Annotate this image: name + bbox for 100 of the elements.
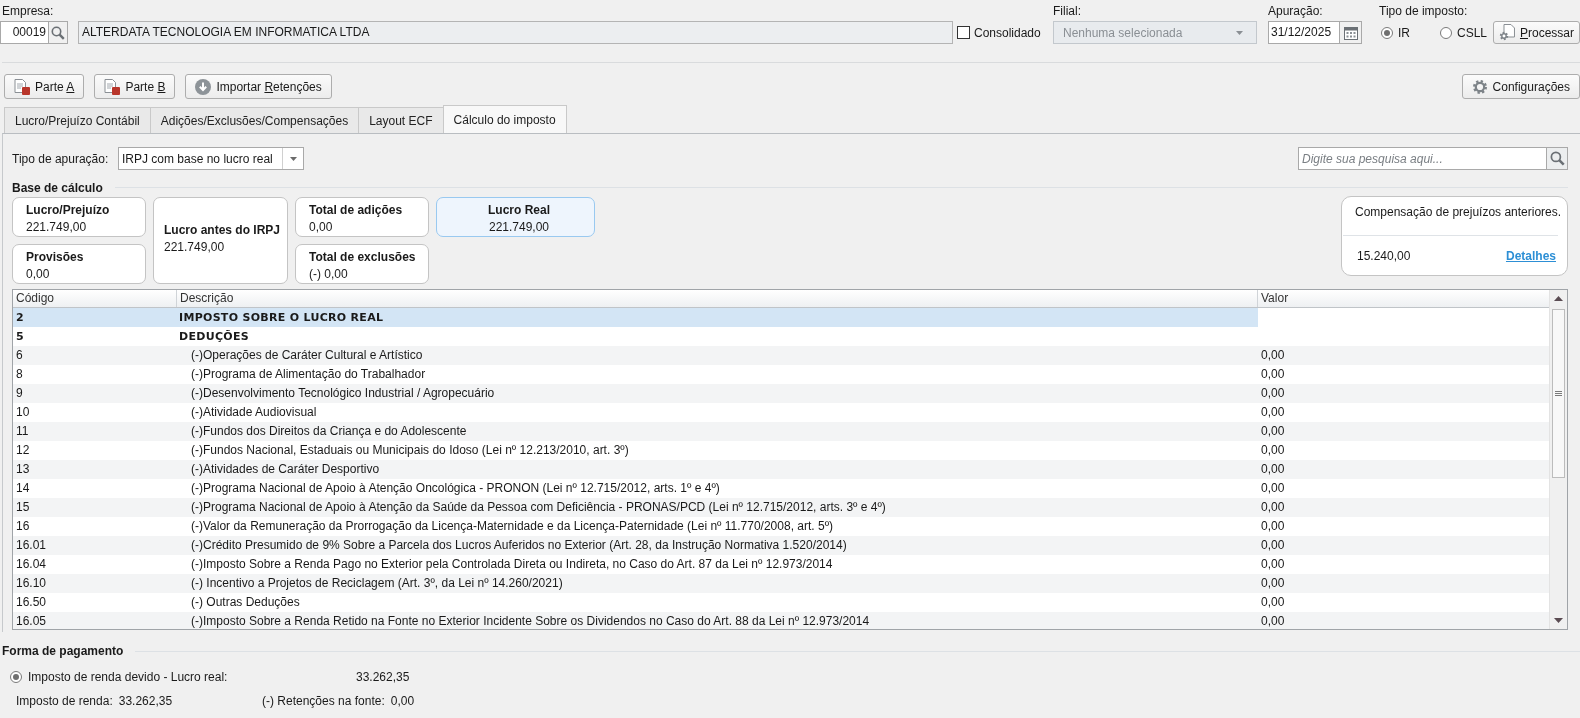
caret-icon: [289, 156, 297, 161]
field-label: Apuração:: [1268, 4, 1324, 20]
search-button[interactable]: [1546, 147, 1568, 170]
value-cell-text: 0,00: [1260, 499, 1286, 516]
radio-label: CSLL: [1457, 25, 1488, 40]
card-label: Lucro Real: [488, 202, 550, 219]
tab[interactable]: Adições/Exclusões/Compensações: [149, 107, 360, 133]
description-cell-text: (-)Desenvolvimento Tecnológico Industrial / Agropecuário: [190, 385, 496, 402]
description-cell-text: (-)Operações de Caráter Cultural e Artístico: [190, 347, 424, 364]
field-label: Empresa:: [1, 4, 55, 20]
scroll-down-icon[interactable]: [1554, 618, 1563, 623]
description-cell-text: (-)Imposto Sobre a Renda Retido na Fonte no Exterior Incidente Sobre os Dividendos no Caso do Art. 88 da Lei nº 12.973/2014: [190, 613, 871, 629]
search-icon: [1549, 151, 1565, 166]
field-value: 33.262,35: [356, 670, 410, 684]
code-cell-text: 16.10: [15, 575, 48, 592]
tab[interactable]: Layout ECF: [358, 107, 444, 133]
radio-button[interactable]: [1440, 26, 1452, 39]
company-name-field[interactable]: ALTERDATA TECNOLOGIA EM INFORMATICA LTDA: [78, 21, 953, 44]
field-label: Imposto de renda:: [16, 694, 113, 708]
card-value: 0,00: [26, 266, 51, 282]
radio-label: IR: [1398, 25, 1410, 40]
checkbox[interactable]: [957, 26, 970, 39]
column-header[interactable]: Descrição: [177, 290, 1258, 307]
scrollbar-thumb[interactable]: [1552, 309, 1565, 478]
card-label: Lucro antes do IRPJ: [164, 222, 282, 239]
code-cell-text: 16.01: [15, 537, 48, 554]
card-label: Total de adições: [309, 202, 404, 219]
value-cell-text: 0,00: [1260, 442, 1286, 459]
table-row[interactable]: 16.05 (-)Imposto Sobre a Renda Retido na Fonte no Exterior Incidente Sobre os Dividendos no Caso do Art. 88 da Lei nº 12.973/2014 0,00: [13, 612, 1549, 629]
document-gear-icon: [1499, 24, 1516, 41]
code-cell-text: 16: [15, 518, 31, 535]
field-label: Tipo de imposto:: [1379, 4, 1469, 20]
toolbar-button[interactable]: Importar Retenções: [185, 74, 332, 99]
card-value: 221.749,00: [26, 219, 88, 235]
description-cell-text: (-)Valor da Remuneração da Prorrogação da Licença-Maternidade e da Licença-Paternidade (Lei nº 11.770/2008, art. 5º): [190, 518, 835, 535]
toolbar-button[interactable]: Parte B: [94, 74, 176, 99]
scroll-up-icon[interactable]: [1554, 296, 1563, 301]
card-value: (-) 0,00: [309, 266, 349, 282]
radio-label: Imposto de renda devido - Lucro real:: [28, 670, 229, 684]
caret-icon: [1236, 30, 1243, 35]
search-icon: [51, 25, 65, 40]
description-cell-text: (-)Fundos Nacional, Estaduais ou Municipais do Idoso (Lei nº 12.213/2010, art. 3º): [190, 442, 630, 459]
company-code-field[interactable]: 00019: [0, 21, 48, 44]
card-value: 221.749,00: [164, 239, 226, 255]
calendar-button[interactable]: [1340, 21, 1362, 44]
vertical-scrollbar[interactable]: [1549, 290, 1567, 629]
document-icon: [14, 78, 30, 95]
column-header[interactable]: Código: [13, 290, 177, 307]
table-row[interactable]: 9 (-)Desenvolvimento Tecnológico Industrial / Agropecuário 0,00: [13, 384, 1549, 403]
details-link[interactable]: Detalhes: [1505, 248, 1556, 263]
value-cell-text: 0,00: [1260, 480, 1286, 497]
column-header[interactable]: Valor: [1258, 290, 1549, 307]
table-row[interactable]: 6 (-)Operações de Caráter Cultural e Artístico 0,00: [13, 346, 1549, 365]
radio-button[interactable]: [1381, 26, 1393, 39]
code-cell-text: 10: [15, 404, 31, 421]
process-button[interactable]: Processar: [1493, 21, 1580, 44]
toolbar-button[interactable]: Parte A: [4, 74, 85, 99]
date-field[interactable]: 31/12/2025: [1268, 21, 1340, 44]
grip-icon: [1555, 391, 1562, 396]
field-value: 33.262,35: [118, 694, 173, 708]
code-cell-text: 5: [15, 329, 25, 345]
table-row[interactable]: 13 (-)Atividades de Caráter Desportivo 0,00: [13, 460, 1549, 479]
search-button[interactable]: [48, 21, 68, 44]
settings-button[interactable]: Configurações: [1461, 74, 1580, 99]
radio-button[interactable]: [10, 671, 22, 683]
description-cell-text: (-) Outras Deduções: [190, 594, 301, 611]
value-cell-text: 0,00: [1260, 575, 1286, 592]
card-value: 221.749,00: [488, 219, 550, 235]
table-row[interactable]: 15 (-)Programa Nacional de Apoio à Atenção da Saúde da Pessoa com Deficiência - PRONAS/PCD (Lei nº 12.715/2012, arts. 3º e 4º) 0,00: [13, 498, 1549, 517]
search-field[interactable]: Digite sua pesquisa aqui...: [1298, 147, 1546, 170]
code-cell-text: 13: [15, 461, 31, 478]
gear-icon: [1471, 78, 1488, 95]
value-cell-text: 0,00: [1260, 537, 1286, 554]
card-label: Provisões: [26, 249, 85, 266]
value-cell-text: 0,00: [1260, 366, 1286, 383]
tab[interactable]: Cálculo do imposto: [442, 105, 567, 133]
document-icon: [104, 78, 121, 95]
code-cell-text: 9: [15, 385, 24, 402]
calculation-type-dropdown[interactable]: IRPJ com base no lucro real: [118, 147, 304, 170]
value-cell-text: 0,00: [1260, 461, 1286, 478]
section-title: Base de cálculo: [12, 180, 103, 195]
value-cell-text: 0,00: [1260, 613, 1286, 629]
description-cell-text: (-)Fundos dos Direitos da Criança e do Adolescente: [190, 423, 468, 440]
description-cell: IMPOSTO SOBRE O LUCRO REAL: [177, 308, 1258, 327]
value-cell-text: 0,00: [1260, 385, 1286, 402]
table-row[interactable]: 16.10 (-) Incentivo a Projetos de Reciclagem (Art. 3º, da Lei nº 14.260/2021) 0,00: [13, 574, 1549, 593]
code-cell-text: 6: [15, 347, 24, 364]
value-cell-text: 0,00: [1260, 404, 1286, 421]
description-cell-text: (-)Crédito Presumido de 9% Sobre a Parcela dos Lucros Auferidos no Exterior (Art. 28, da Instrução Normativa 1.520/2014): [190, 537, 848, 554]
field-label: (-) Retenções na fonte:: [262, 694, 385, 708]
tab[interactable]: Lucro/Prejuízo Contábil: [4, 107, 151, 133]
value-cell-text: 0,00: [1260, 518, 1286, 535]
code-cell-text: 12: [15, 442, 31, 459]
section-title: Forma de pagamento: [2, 644, 124, 658]
code-cell-text: 11: [15, 423, 30, 440]
description-cell-text: (-)Programa de Alimentação do Trabalhador: [190, 366, 427, 383]
code-cell-text: 14: [15, 480, 31, 497]
table-row[interactable]: 16.01 (-)Crédito Presumido de 9% Sobre a Parcela dos Lucros Auferidos no Exterior (Art. 28, da Instrução Normativa 1.520/2014) 0,00: [13, 536, 1549, 555]
table-row[interactable]: 11 (-)Fundos dos Direitos da Criança e do Adolescente 0,00: [13, 422, 1549, 441]
card-label: Total de exclusões: [309, 249, 417, 266]
